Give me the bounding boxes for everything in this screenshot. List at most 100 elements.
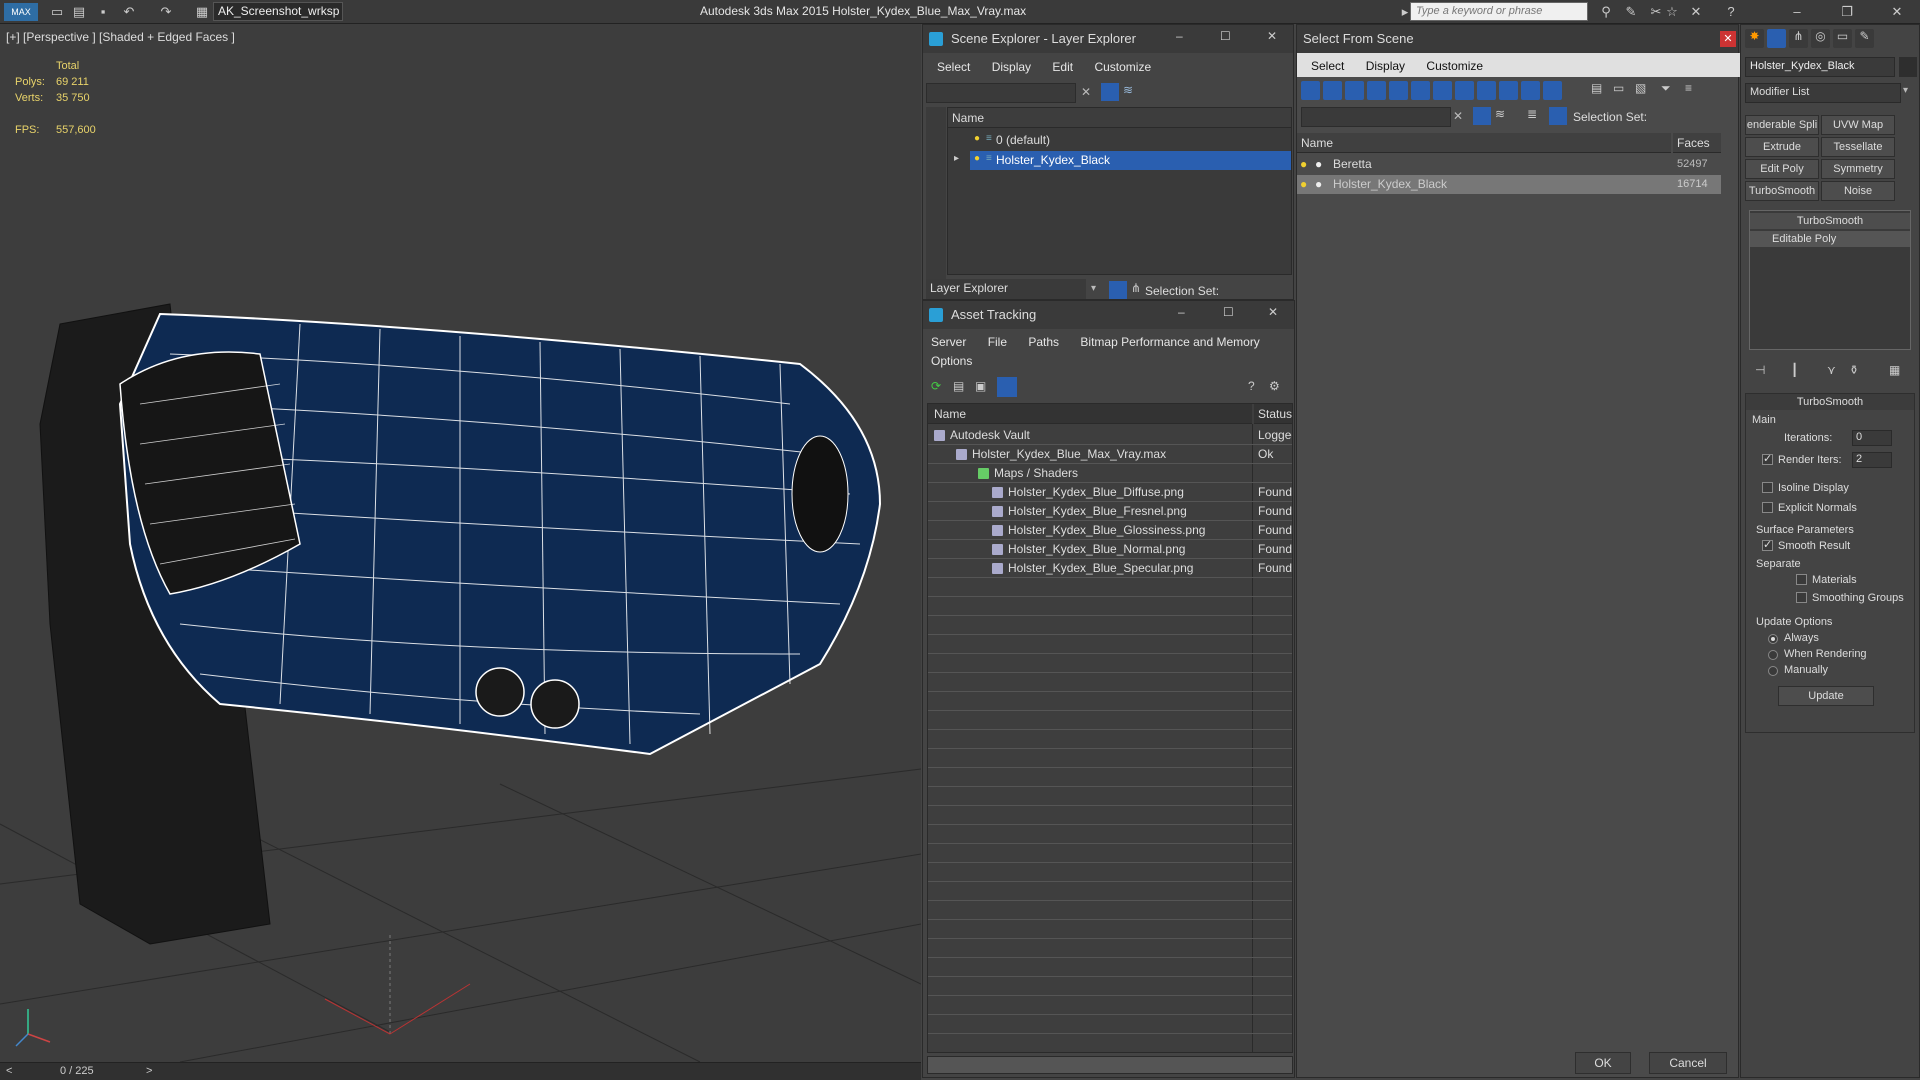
select-invert-icon[interactable]: ▧	[1635, 81, 1646, 95]
layer-search-field[interactable]	[926, 83, 1076, 103]
workspace-dropdown[interactable]: AK_Screenshot_wrksp	[213, 2, 343, 21]
render-iters-checkbox[interactable]	[1762, 452, 1773, 465]
modifier-button-uvw-map[interactable]: UVW Map	[1821, 115, 1895, 135]
render-iters-spinner[interactable]: 2	[1852, 452, 1892, 468]
menu-select[interactable]: Select	[1311, 59, 1344, 73]
undo-icon[interactable]: ↶	[120, 3, 138, 21]
light-bulb-icon[interactable]: ●	[1300, 175, 1307, 194]
menu-options[interactable]: Options	[931, 354, 972, 368]
timeline-prev-button[interactable]: <	[6, 1065, 12, 1077]
light-bulb-icon[interactable]: ●	[974, 133, 980, 144]
col-header-name[interactable]: Name	[1297, 133, 1671, 153]
search-input[interactable]: Type a keyword or phrase	[1410, 2, 1588, 21]
stack-item-editable-poly[interactable]: Editable Poly	[1750, 231, 1910, 247]
tools-icon[interactable]: ✎	[1622, 3, 1640, 21]
perspective-viewport[interactable]: [+] [Perspective ] [Shaded + Edged Faces…	[0, 24, 921, 1062]
modifier-stack[interactable]: TurboSmooth Editable Poly	[1749, 210, 1911, 350]
light-bulb-icon[interactable]: ●	[1300, 155, 1307, 174]
filter-funnel-icon[interactable]: ⏷	[1661, 81, 1671, 96]
modifier-button-edit-poly[interactable]: Edit Poly	[1745, 159, 1819, 179]
remove-modifier-icon[interactable]: ⚱	[1849, 363, 1859, 377]
open-file-icon[interactable]: ▤	[70, 3, 88, 21]
scene-row-beretta[interactable]: ● ● Beretta 52497	[1297, 155, 1721, 174]
display-frozen-icon[interactable]	[1521, 81, 1540, 100]
modifier-button-noise[interactable]: Noise	[1821, 181, 1895, 201]
asset-row[interactable]: Holster_Kydex_Blue_Normal.png Found	[928, 540, 1292, 559]
asset-row[interactable]: Holster_Kydex_Blue_Fresnel.png Found	[928, 502, 1292, 521]
new-file-icon[interactable]: ▭	[48, 3, 66, 21]
select-none-icon[interactable]: ▭	[1613, 81, 1624, 95]
layers-stack-icon[interactable]: ≋	[1123, 83, 1141, 101]
max-logo-icon[interactable]: MAX	[4, 3, 38, 21]
select-all-icon[interactable]: ▤	[1591, 81, 1602, 95]
asset-horizontal-scrollbar[interactable]	[927, 1056, 1293, 1074]
display-cameras-icon[interactable]	[1367, 81, 1386, 100]
display-spacewarps-icon[interactable]	[1411, 81, 1430, 100]
clear-search-icon[interactable]: ✕	[1453, 109, 1463, 123]
asset-row[interactable]: Autodesk Vault Logged	[928, 426, 1292, 445]
asset-row[interactable]: Holster_Kydex_Blue_Diffuse.png Found	[928, 483, 1292, 502]
display-helpers-icon[interactable]	[1389, 81, 1408, 100]
pin-stack-icon[interactable]: ⊣	[1755, 363, 1765, 377]
hierarchy-view-icon[interactable]	[1549, 107, 1567, 125]
create-tab-icon[interactable]: ✸	[1745, 29, 1764, 48]
menu-file[interactable]: File	[988, 335, 1007, 349]
layers-view-icon[interactable]	[1109, 281, 1127, 299]
asset-row[interactable]: Holster_Kydex_Blue_Specular.png Found	[928, 559, 1292, 578]
minimize-button[interactable]: –	[1178, 305, 1185, 319]
scene-row-holster[interactable]: ● ● Holster_Kydex_Black 16714	[1297, 175, 1721, 194]
menu-customize[interactable]: Customize	[1426, 59, 1483, 73]
modifier-button-tessellate[interactable]: Tessellate	[1821, 137, 1895, 157]
close-window-button[interactable]: ✕	[1888, 3, 1906, 21]
hierarchy-view-icon[interactable]: ⋔	[1131, 281, 1141, 295]
close-button[interactable]: ✕	[1268, 305, 1278, 319]
timeline-next-button[interactable]: >	[146, 1065, 152, 1077]
configure-sets-icon[interactable]: ▦	[1889, 363, 1900, 377]
menu-select[interactable]: Select	[937, 60, 970, 74]
minimize-button[interactable]: –	[1176, 29, 1183, 43]
redo-icon[interactable]: ↷	[157, 3, 175, 21]
layer-stack-icon[interactable]: ≡	[986, 133, 992, 144]
thumbnail-view-icon[interactable]: ▣	[975, 379, 986, 393]
help-icon[interactable]: ?	[1722, 3, 1740, 21]
project-folder-icon[interactable]: ▦	[193, 3, 211, 21]
display-containers-icon[interactable]	[1499, 81, 1518, 100]
light-bulb-icon[interactable]: ●	[974, 153, 980, 164]
modifier-button-symmetry[interactable]: Symmetry	[1821, 159, 1895, 179]
col-header-status[interactable]: Status	[1254, 404, 1292, 424]
display-xrefs-icon[interactable]	[1455, 81, 1474, 100]
always-radio[interactable]	[1768, 634, 1778, 644]
update-button[interactable]: Update	[1778, 686, 1874, 706]
isoline-checkbox[interactable]	[1762, 482, 1773, 493]
menu-customize[interactable]: Customize	[1094, 60, 1151, 74]
motion-tab-icon[interactable]: ◎	[1811, 29, 1830, 48]
clear-search-icon[interactable]: ✕	[1081, 85, 1091, 99]
display-shapes-icon[interactable]	[1323, 81, 1342, 100]
maximize-button[interactable]: ☐	[1220, 29, 1231, 43]
save-file-icon[interactable]: ▪	[94, 3, 112, 21]
explorer-type-dropdown[interactable]: Layer Explorer	[926, 279, 1086, 299]
make-unique-icon[interactable]: ⋎	[1827, 363, 1836, 377]
expand-arrow-icon[interactable]: ▸	[954, 153, 959, 164]
stack-item-turbosmooth[interactable]: TurboSmooth	[1750, 213, 1910, 229]
favorite-star-icon[interactable]: ☆	[1663, 3, 1681, 21]
menu-display[interactable]: Display	[992, 60, 1031, 74]
col-header-name[interactable]: Name	[928, 404, 1252, 424]
help-icon[interactable]: ?	[1248, 379, 1255, 393]
show-end-result-icon[interactable]: ┃	[1791, 363, 1798, 377]
chevron-down-icon[interactable]: ▾	[1091, 283, 1096, 294]
restore-window-button[interactable]: ❐	[1838, 3, 1856, 21]
asset-row[interactable]: Holster_Kydex_Blue_Glossiness.png Found	[928, 521, 1292, 540]
object-name-field[interactable]: Holster_Kydex_Black	[1745, 57, 1895, 77]
display-tab-icon[interactable]: ▭	[1833, 29, 1852, 48]
modify-tab-icon[interactable]	[1767, 29, 1786, 48]
ok-button[interactable]: OK	[1575, 1052, 1631, 1074]
utilities-tab-icon[interactable]: ✎	[1855, 29, 1874, 48]
menu-server[interactable]: Server	[931, 335, 966, 349]
minimize-window-button[interactable]: –	[1788, 3, 1806, 21]
layer-row-default[interactable]: 0 (default)	[996, 131, 1050, 150]
maximize-button[interactable]: ☐	[1223, 305, 1234, 319]
menu-display[interactable]: Display	[1366, 59, 1405, 73]
col-header-faces[interactable]: Faces	[1673, 133, 1721, 153]
explicit-normals-checkbox[interactable]	[1762, 502, 1773, 513]
